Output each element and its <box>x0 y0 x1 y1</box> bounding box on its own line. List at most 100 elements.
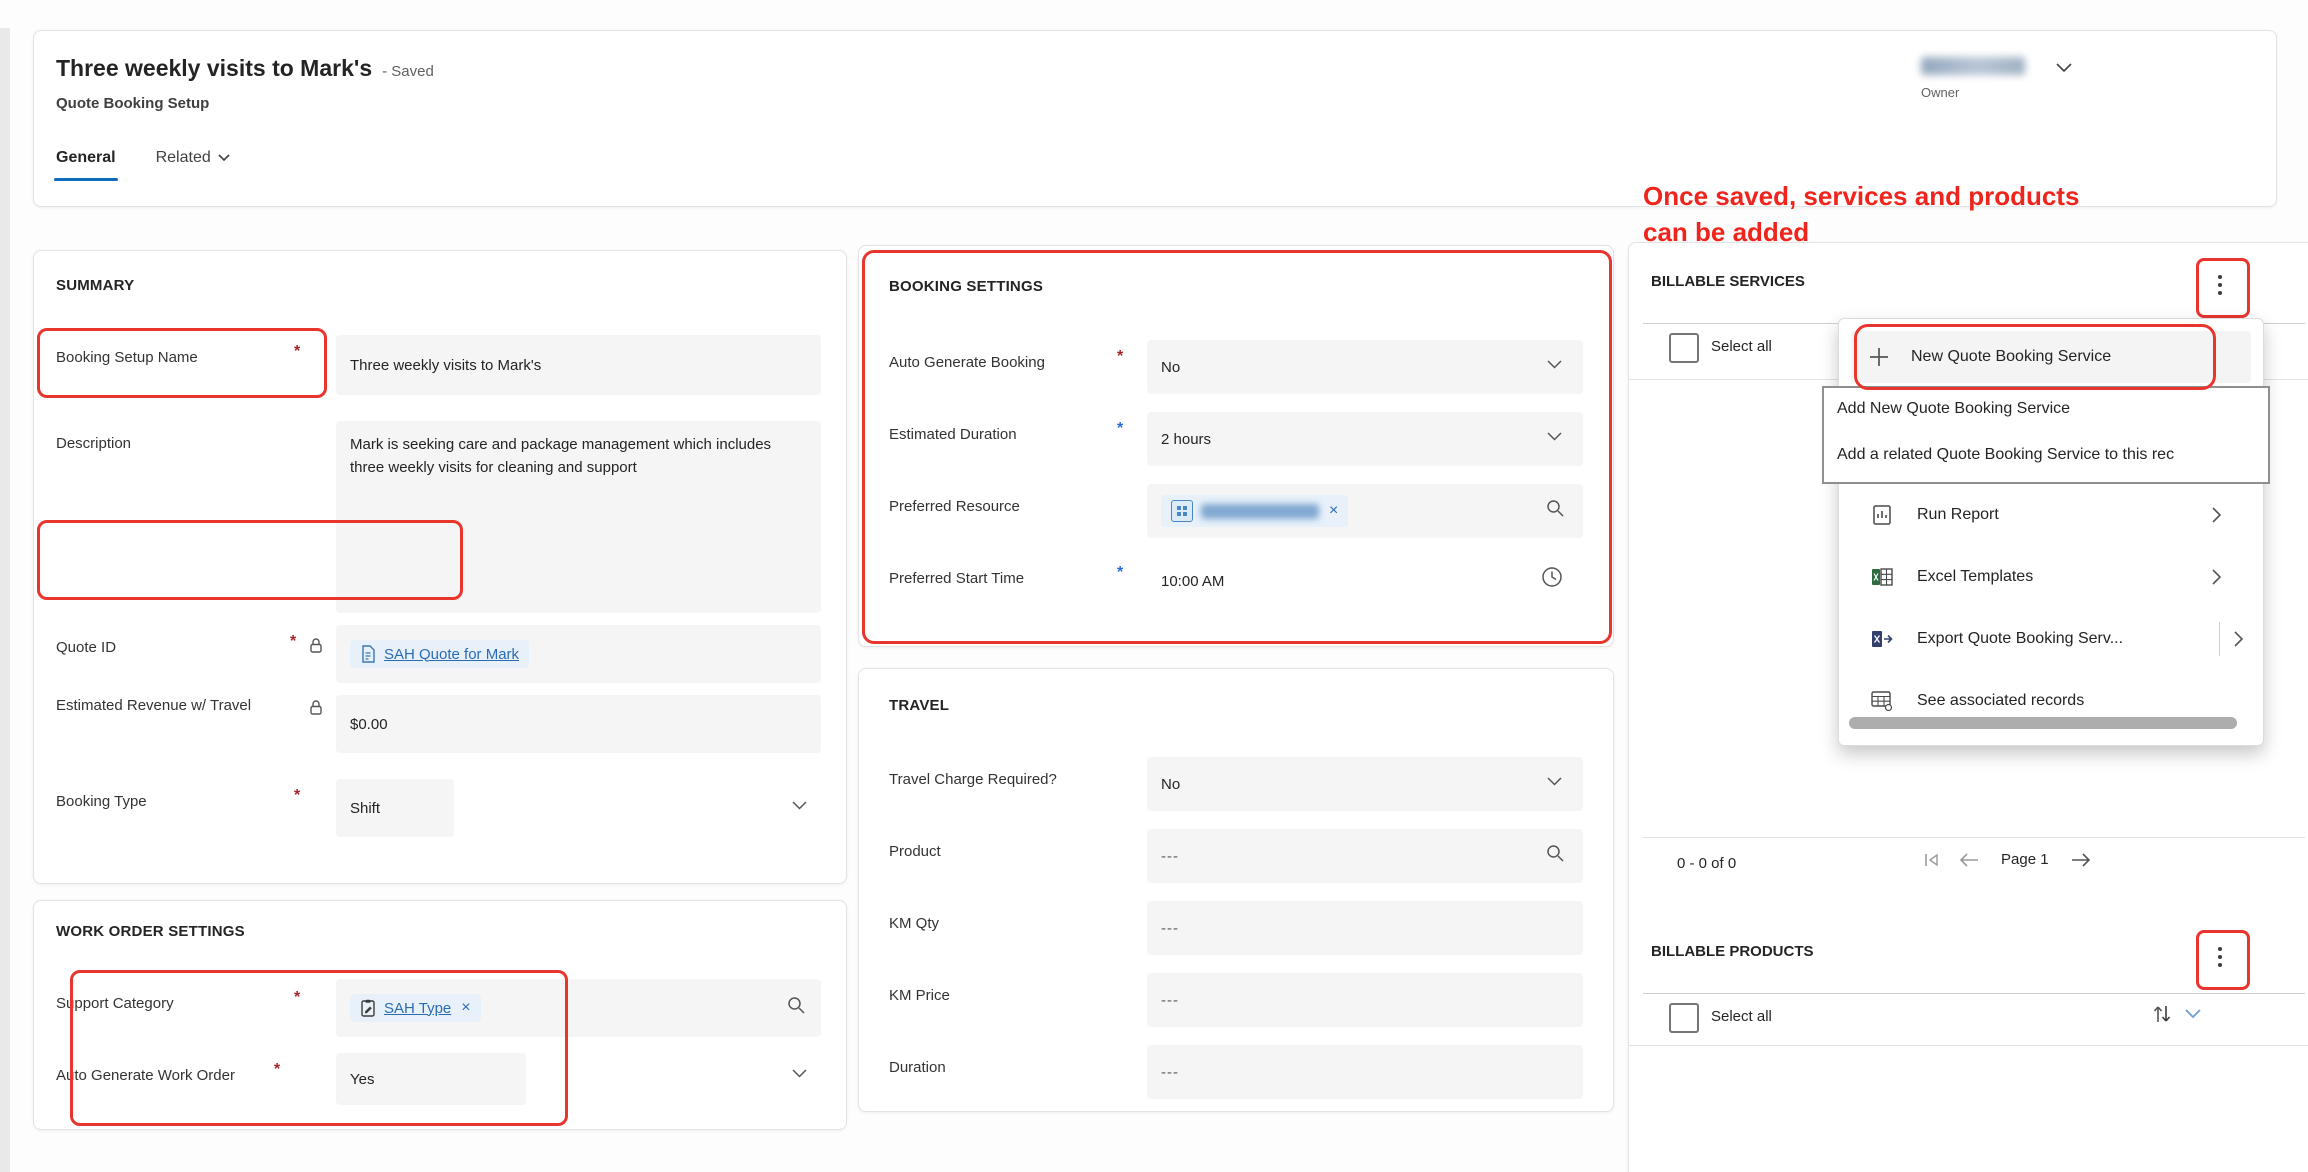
required-marker: * <box>290 633 296 651</box>
product-label: Product <box>889 841 941 862</box>
duration-input[interactable]: --- <box>1147 1045 1583 1099</box>
billable-products-select-all-checkbox[interactable] <box>1669 1003 1699 1033</box>
new-quote-booking-service-menu-item[interactable]: New Quote Booking Service <box>1851 331 2251 383</box>
product-lookup[interactable]: --- <box>1147 829 1583 883</box>
km-qty-label: KM Qty <box>889 913 939 934</box>
preferred-resource-lookup[interactable]: × <box>1147 484 1583 538</box>
auto-generate-work-order-label: Auto Generate Work Order <box>56 1065 235 1086</box>
divider <box>1629 1045 2308 1046</box>
chevron-down-icon[interactable] <box>1547 432 1562 441</box>
km-price-input[interactable]: --- <box>1147 973 1583 1027</box>
required-marker: * <box>1117 348 1123 366</box>
billable-services-more-commands-button[interactable] <box>2197 259 2243 311</box>
tab-general[interactable]: General <box>56 149 116 167</box>
sort-arrows-icon <box>2151 1003 2173 1025</box>
required-marker: * <box>274 1061 280 1079</box>
chevron-down-icon[interactable] <box>792 1069 807 1078</box>
travel-section: TRAVEL Travel Charge Required? No Produc… <box>858 668 1614 1112</box>
tab-related[interactable]: Related <box>156 149 230 167</box>
menu-horizontal-scrollbar[interactable] <box>1849 717 2237 729</box>
excel-templates-menu-item[interactable]: Excel Templates <box>1851 549 2251 605</box>
bookable-resource-icon <box>1171 500 1193 522</box>
next-page-icon[interactable] <box>2071 853 2091 867</box>
estimated-revenue-label: Estimated Revenue w/ Travel <box>56 695 286 716</box>
quote-id-lookup-pill: SAH Quote for Mark <box>350 640 529 668</box>
preferred-resource-name-redacted <box>1201 504 1319 519</box>
new-quote-booking-service-label: New Quote Booking Service <box>1911 348 2111 366</box>
chevron-down-icon <box>218 154 230 162</box>
auto-generate-booking-select[interactable]: No <box>1147 340 1583 394</box>
preferred-start-time-label: Preferred Start Time <box>889 568 1024 589</box>
recommended-marker: * <box>1117 564 1123 582</box>
chevron-down-icon[interactable] <box>792 801 807 810</box>
chevron-down-icon <box>2185 1009 2201 1019</box>
summary-section-title: SUMMARY <box>56 277 134 294</box>
new-quote-booking-service-tooltip: Add New Quote Booking Service Add a rela… <box>1822 386 2270 484</box>
page-left-gutter <box>0 28 10 1172</box>
estimated-revenue-input: $0.00 <box>336 695 821 753</box>
divider <box>1643 837 2305 838</box>
report-icon <box>1869 504 1895 526</box>
owner-label: Owner <box>1921 85 2121 100</box>
divider <box>1643 993 2305 994</box>
support-category-pill: SAH Type × <box>350 994 481 1022</box>
auto-generate-booking-label: Auto Generate Booking <box>889 352 1045 373</box>
preferred-resource-pill: × <box>1161 495 1348 527</box>
form-tabs: General Related <box>56 149 230 167</box>
description-label: Description <box>56 433 131 454</box>
description-input[interactable]: Mark is seeking care and package managem… <box>336 421 821 613</box>
export-quote-booking-services-menu-item[interactable]: Export Quote Booking Serv... <box>1851 611 2251 667</box>
run-report-label: Run Report <box>1917 506 2212 524</box>
km-qty-placeholder: --- <box>1161 920 1179 937</box>
chevron-down-icon[interactable] <box>1547 360 1562 369</box>
quote-id-link[interactable]: SAH Quote for Mark <box>384 646 519 663</box>
summary-section: SUMMARY Booking Setup Name * Three weekl… <box>33 250 847 884</box>
travel-charge-required-select[interactable]: No <box>1147 757 1583 811</box>
required-marker: * <box>294 989 300 1007</box>
remove-support-category-icon[interactable]: × <box>461 999 470 1017</box>
remove-preferred-resource-icon[interactable]: × <box>1329 502 1338 520</box>
preferred-resource-label: Preferred Resource <box>889 496 1020 517</box>
entity-name: Quote Booking Setup <box>56 95 209 112</box>
work-order-settings-title: WORK ORDER SETTINGS <box>56 923 245 940</box>
associated-records-icon <box>1869 691 1895 711</box>
booking-setup-name-label: Booking Setup Name <box>56 347 198 368</box>
km-qty-input[interactable]: --- <box>1147 901 1583 955</box>
estimated-duration-select[interactable]: 2 hours <box>1147 412 1583 466</box>
run-report-menu-item[interactable]: Run Report <box>1851 487 2251 543</box>
search-icon[interactable] <box>1545 843 1565 863</box>
billable-services-select-all-checkbox[interactable] <box>1669 333 1699 363</box>
duration-label: Duration <box>889 1057 946 1078</box>
first-page-icon[interactable] <box>1923 853 1941 867</box>
search-icon[interactable] <box>786 995 806 1015</box>
booking-type-select[interactable]: Shift <box>336 779 454 837</box>
preferred-start-time-input[interactable]: 10:00 AM <box>1147 554 1583 608</box>
export-excel-icon <box>1869 629 1895 649</box>
header-collapse-chevron-icon[interactable] <box>2056 63 2072 73</box>
booking-setup-name-input[interactable]: Three weekly visits to Mark's <box>336 335 821 395</box>
support-category-link[interactable]: SAH Type <box>384 1000 451 1017</box>
clipboard-pencil-icon <box>360 999 376 1017</box>
previous-page-icon[interactable] <box>1959 853 1979 867</box>
owner-field[interactable]: Owner <box>1921 57 2121 100</box>
search-icon[interactable] <box>1545 498 1565 518</box>
billable-products-sort-control[interactable] <box>2151 1003 2201 1025</box>
km-price-placeholder: --- <box>1161 992 1179 1009</box>
plus-icon <box>1869 347 1889 367</box>
owner-name-redacted <box>1921 57 2025 75</box>
tab-related-label: Related <box>156 149 211 167</box>
auto-generate-work-order-select[interactable]: Yes <box>336 1053 526 1105</box>
quote-booking-setup-page: Three weekly visits to Mark's - Saved Qu… <box>0 0 2308 1172</box>
menu-item-divider <box>2219 622 2220 656</box>
support-category-lookup[interactable]: SAH Type × <box>336 979 821 1037</box>
clock-icon[interactable] <box>1541 566 1563 588</box>
support-category-label: Support Category <box>56 993 174 1014</box>
billable-products-more-commands-button[interactable] <box>2197 931 2243 983</box>
more-commands-icon <box>2218 275 2222 295</box>
annotation-line1: Once saved, services and products <box>1643 178 2079 214</box>
excel-icon <box>1869 567 1895 587</box>
lock-icon <box>308 637 324 654</box>
required-marker: * <box>294 787 300 805</box>
chevron-down-icon[interactable] <box>1547 777 1562 786</box>
billable-services-select-all-label: Select all <box>1711 338 1772 355</box>
